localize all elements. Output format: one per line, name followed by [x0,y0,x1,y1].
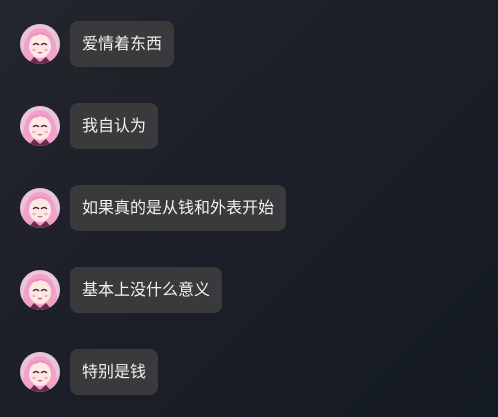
chat-message: 如果真的是从钱和外表开始 [20,185,287,231]
message-bubble[interactable]: 如果真的是从钱和外表开始 [70,185,287,231]
anime-girl-avatar-icon [20,106,60,146]
avatar[interactable] [20,188,60,228]
avatar[interactable] [20,24,60,64]
chat-message: 基本上没什么意义 [20,267,223,313]
message-bubble[interactable]: 我自认为 [70,103,159,149]
anime-girl-avatar-icon [20,24,60,64]
anime-girl-avatar-icon [20,352,60,392]
chat-message: 特别是钱 [20,349,159,395]
chat-thread: 爱情着东西 我自认为 如果真的是从钱和外表开始 基本上没什么意义 特别是钱 [0,0,498,417]
chat-message: 爱情着东西 [20,21,175,67]
avatar[interactable] [20,270,60,310]
message-bubble[interactable]: 基本上没什么意义 [70,267,223,313]
avatar[interactable] [20,106,60,146]
anime-girl-avatar-icon [20,188,60,228]
anime-girl-avatar-icon [20,270,60,310]
message-bubble[interactable]: 爱情着东西 [70,21,175,67]
message-bubble[interactable]: 特别是钱 [70,349,159,395]
avatar[interactable] [20,352,60,392]
chat-message: 我自认为 [20,103,159,149]
